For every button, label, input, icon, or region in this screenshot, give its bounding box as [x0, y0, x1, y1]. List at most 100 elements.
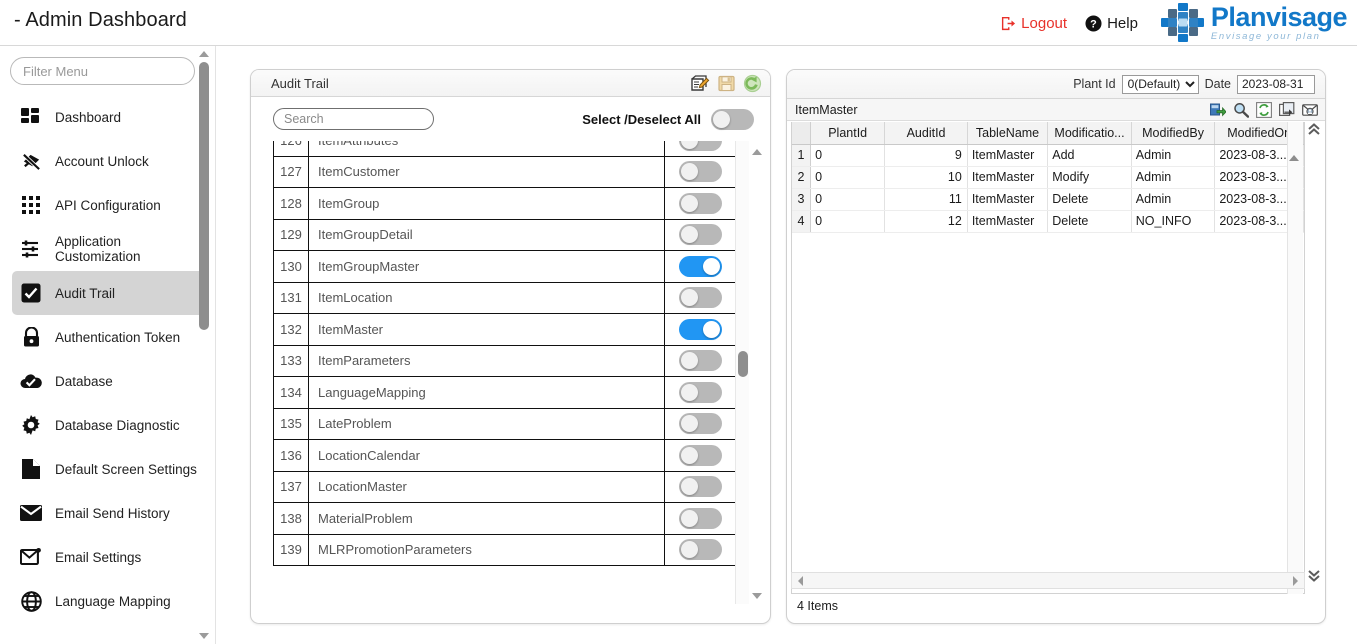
audit-list-row[interactable]: 131 ItemLocation	[273, 281, 736, 314]
main-content: Audit Trail Search Select /Deselect All …	[216, 46, 1357, 644]
audit-row-toggle[interactable]	[678, 539, 722, 561]
table-row[interactable]: 2 0 10 ItemMaster Modify Admin 2023-08-3...	[792, 166, 1304, 189]
column-header-modifiedby[interactable]: ModifiedBy	[1131, 122, 1216, 145]
cell-tablename: ItemMaster	[967, 166, 1049, 189]
audit-row-toggle[interactable]	[678, 350, 722, 372]
sidebar-scrollbar[interactable]	[197, 46, 211, 644]
logout-label: Logout	[1021, 14, 1068, 32]
audit-list-row[interactable]: 126ItemAttributes	[273, 141, 736, 157]
email-icon[interactable]	[1302, 102, 1318, 118]
sidebar-item-dashboard[interactable]: Dashboard	[12, 95, 205, 139]
audit-row-toggle[interactable]	[678, 413, 722, 435]
audit-list-scroll-thumb[interactable]	[738, 351, 748, 377]
audit-row-name: ItemLocation	[308, 281, 665, 314]
scroll-to-top-icon[interactable]	[1306, 122, 1322, 136]
back-icon[interactable]	[743, 74, 762, 93]
audit-row-toggle[interactable]	[678, 318, 722, 340]
save-icon[interactable]	[717, 74, 736, 93]
select-deselect-all-toggle[interactable]	[711, 108, 754, 130]
sidebar-item-api-configuration[interactable]: API Configuration	[12, 183, 205, 227]
sidebar-item-language-mapping[interactable]: Language Mapping	[12, 579, 205, 623]
audit-row-index: 127	[273, 155, 309, 188]
audit-row-toggle[interactable]	[678, 161, 722, 183]
audit-list-row[interactable]: 136 LocationCalendar	[273, 439, 736, 472]
date-label: Date	[1204, 77, 1231, 91]
gear-icon	[20, 414, 42, 436]
audit-list-row[interactable]: 134 LanguageMapping	[273, 376, 736, 409]
sidebar-item-email-settings[interactable]: Email Settings	[12, 535, 205, 579]
plant-id-select[interactable]: 0(Default)	[1121, 74, 1199, 94]
sidebar-item-application-customization[interactable]: Application Customization	[12, 227, 205, 271]
copy-icon[interactable]	[1279, 101, 1295, 118]
audit-list-scroll-up-arrow[interactable]	[750, 146, 764, 158]
audit-list-row[interactable]: 130 ItemGroupMaster	[273, 250, 736, 283]
sidebar-scroll-down-arrow[interactable]	[198, 630, 210, 642]
cloud-check-icon	[20, 370, 42, 392]
audit-row-toggle[interactable]	[678, 381, 722, 403]
audit-row-name: ItemMaster	[308, 313, 665, 346]
sidebar-item-authentication-token[interactable]: Authentication Token	[12, 315, 205, 359]
audit-list-row[interactable]: 137 LocationMaster	[273, 470, 736, 503]
audit-list-row[interactable]: 139 MLRPromotionParameters	[273, 533, 736, 566]
sidebar-item-database-diagnostic[interactable]: Database Diagnostic	[12, 403, 205, 447]
search-input[interactable]	[273, 108, 434, 130]
grid-scroll-right-arrow[interactable]	[1290, 575, 1300, 587]
audit-row-toggle[interactable]	[678, 255, 722, 277]
logout-button[interactable]: Logout	[992, 15, 1076, 32]
audit-table-rows: 126ItemAttributes127ItemCustomer128ItemG…	[273, 141, 736, 566]
audit-row-toggle[interactable]	[678, 192, 722, 214]
column-header-auditid[interactable]: AuditId	[884, 122, 968, 145]
scroll-to-bottom-icon[interactable]	[1306, 568, 1322, 582]
grid-vertical-scrollbar[interactable]	[1287, 122, 1303, 594]
audit-row-toggle[interactable]	[678, 507, 722, 529]
audit-list-row[interactable]: 129 ItemGroupDetail	[273, 218, 736, 251]
sidebar-item-audit-trail[interactable]: Audit Trail	[12, 271, 205, 315]
cell-auditid: 12	[884, 210, 968, 233]
date-input[interactable]	[1237, 74, 1315, 94]
audit-list-row[interactable]: 138 MaterialProblem	[273, 502, 736, 535]
column-header-modification[interactable]: Modificatio...	[1047, 122, 1132, 145]
top-header: - Admin Dashboard Logout ? Help Planvisa…	[0, 0, 1357, 46]
audit-list-scrollbar[interactable]	[735, 141, 749, 604]
audit-list-scroll-down-arrow[interactable]	[750, 590, 764, 602]
sidebar-scroll-thumb[interactable]	[199, 62, 209, 330]
audit-row-toggle[interactable]	[678, 287, 722, 309]
sidebar-item-account-unlock[interactable]: Account Unlock	[12, 139, 205, 183]
search-icon[interactable]	[1233, 102, 1249, 118]
audit-row-name: ItemCustomer	[308, 155, 665, 188]
table-row[interactable]: 1 0 9 ItemMaster Add Admin 2023-08-3...	[792, 144, 1304, 167]
logo-wordmark: Planvisage	[1210, 2, 1348, 33]
audit-row-toggle[interactable]	[678, 224, 722, 246]
sidebar-item-email-send-history[interactable]: Email Send History	[12, 491, 205, 535]
audit-row-toggle[interactable]	[678, 476, 722, 498]
audit-row-toggle[interactable]	[678, 141, 722, 151]
audit-list-row[interactable]: 127 ItemCustomer	[273, 155, 736, 188]
audit-list-row[interactable]: 132 ItemMaster	[273, 313, 736, 346]
help-button[interactable]: ? Help	[1076, 15, 1147, 32]
grid-scroll-left-arrow[interactable]	[796, 575, 806, 587]
table-row[interactable]: 3 0 11 ItemMaster Delete Admin 2023-08-3...	[792, 188, 1304, 211]
cell-plantid: 0	[810, 166, 886, 189]
filter-menu-input[interactable]	[10, 57, 195, 85]
cell-tablename: ItemMaster	[967, 144, 1049, 167]
audit-list-row[interactable]: 128 ItemGroup	[273, 187, 736, 220]
grid-scroll-up-arrow[interactable]	[1289, 140, 1301, 161]
sidebar-item-label: Audit Trail	[55, 285, 116, 301]
sidebar-scroll-up-arrow[interactable]	[198, 48, 210, 60]
cell-tablename: ItemMaster	[967, 210, 1049, 233]
audit-list-row[interactable]: 133 ItemParameters	[273, 344, 736, 377]
refresh-icon[interactable]	[1256, 101, 1272, 118]
column-header-tablename[interactable]: TableName	[967, 122, 1049, 145]
audit-row-toggle[interactable]	[678, 444, 722, 466]
edit-icon[interactable]	[691, 74, 710, 93]
audit-list-row[interactable]: 135 LateProblem	[273, 407, 736, 440]
audit-row-index: 132	[273, 313, 309, 346]
grid-horizontal-scrollbar[interactable]	[791, 572, 1305, 589]
column-header-plantid[interactable]: PlantId	[810, 122, 886, 145]
audit-row-toggle-cell	[664, 407, 736, 440]
audit-row-name: ItemParameters	[308, 344, 665, 377]
export-icon[interactable]	[1210, 102, 1226, 118]
table-row[interactable]: 4 0 12 ItemMaster Delete NO_INFO 2023-08-3...	[792, 210, 1304, 233]
sidebar-item-default-screen-settings[interactable]: Default Screen Settings	[12, 447, 205, 491]
sidebar-item-database[interactable]: Database	[12, 359, 205, 403]
